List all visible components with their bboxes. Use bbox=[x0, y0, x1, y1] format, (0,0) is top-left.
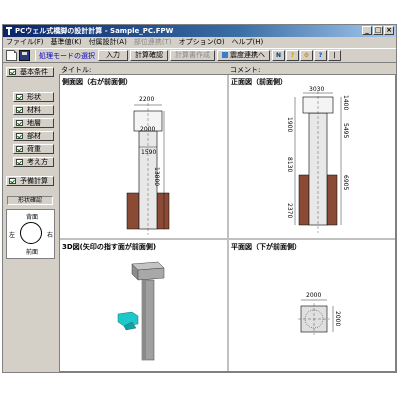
toolbar-separator bbox=[35, 50, 36, 61]
menu-file[interactable]: ファイル(F) bbox=[6, 37, 44, 47]
plan-depth: 2000 bbox=[334, 311, 341, 327]
check-icon bbox=[16, 120, 23, 126]
front-upper: 1900 bbox=[286, 117, 293, 133]
material-button[interactable]: 材料 bbox=[13, 105, 54, 115]
app-icon bbox=[5, 27, 13, 35]
approach-button[interactable]: 考え方 bbox=[13, 157, 54, 167]
ground-link-button[interactable]: 震度連携へ bbox=[217, 50, 270, 61]
window-title: PCウェル式橋脚の設計計算 - Sample_PC.FPW bbox=[15, 27, 174, 35]
front-cap-height: 1400 bbox=[342, 95, 349, 111]
menu-part-link[interactable]: 部位連携(T) bbox=[134, 37, 172, 47]
title-bar[interactable]: PCウェル式橋脚の設計計算 - Sample_PC.FPW _ □ × bbox=[3, 25, 396, 37]
input-button[interactable]: 入力 bbox=[98, 50, 128, 61]
front-view-drawing bbox=[294, 91, 342, 233]
basic-conditions-button[interactable]: 基本条件 bbox=[6, 67, 54, 77]
labels-row: タイトル: コメント: bbox=[59, 65, 396, 74]
side-total-height: 13800 bbox=[153, 167, 160, 187]
view3d-drawing bbox=[117, 261, 165, 361]
front-base: 2370 bbox=[286, 203, 293, 219]
unit-icon[interactable]: N bbox=[272, 50, 285, 61]
check-icon bbox=[16, 107, 23, 113]
approach-label: 考え方 bbox=[27, 158, 48, 166]
new-file-icon[interactable] bbox=[6, 50, 17, 61]
member-label: 部材 bbox=[27, 132, 41, 140]
left-panel: 基本条件 形状 材料 地層 部材 荷重 考え方 予備計算 形状確認 背面 左 右… bbox=[3, 65, 58, 372]
check-icon bbox=[9, 178, 16, 184]
front-col-height: 5495 bbox=[342, 123, 349, 139]
menu-help[interactable]: ヘルプ(H) bbox=[232, 37, 264, 47]
calc-report-button[interactable]: 計算書作成 bbox=[170, 50, 215, 61]
exit-icon[interactable]: | bbox=[328, 50, 341, 61]
shape-button[interactable]: 形状 bbox=[13, 92, 54, 102]
precalc-label: 予備計算 bbox=[20, 177, 48, 185]
view3d-pane[interactable]: 3D図(矢印の指す面が前面側) bbox=[60, 240, 227, 371]
minimize-button[interactable]: _ bbox=[362, 26, 372, 35]
front-top-width: 3030 bbox=[309, 86, 325, 93]
info-icon[interactable]: ? bbox=[314, 50, 327, 61]
menu-options[interactable]: オプション(O) bbox=[179, 37, 225, 47]
member-button[interactable]: 部材 bbox=[13, 131, 54, 141]
strata-button[interactable]: 地層 bbox=[13, 118, 54, 128]
load-label: 荷重 bbox=[27, 145, 41, 153]
shape-back-label: 背面 bbox=[26, 214, 39, 221]
front-view-pane[interactable]: 正面図（前面側） 3030 1400 1900 5495 8130 6905 2… bbox=[229, 75, 395, 238]
check-icon bbox=[16, 146, 23, 152]
side-top-width: 2200 bbox=[139, 96, 155, 103]
maximize-button[interactable]: □ bbox=[373, 26, 383, 35]
mode-select-label: 処理モードの選択 bbox=[39, 51, 95, 60]
precalc-button[interactable]: 予備計算 bbox=[6, 176, 54, 186]
check-icon bbox=[9, 69, 16, 75]
shape-left-label: 左 bbox=[9, 232, 16, 239]
shape-preview: 背面 左 右 前面 bbox=[6, 209, 55, 259]
drawing-area: 側面図（右が前面側） 2200 2000 1590 13800 正面図（前面側） bbox=[59, 74, 396, 372]
shape-right-label: 右 bbox=[47, 232, 54, 239]
front-lower: 6905 bbox=[342, 175, 349, 191]
material-label: 材料 bbox=[27, 106, 41, 114]
load-button[interactable]: 荷重 bbox=[13, 144, 54, 154]
ground-link-label: 震度連携へ bbox=[230, 51, 265, 59]
shape-confirm-label: 形状確認 bbox=[7, 196, 53, 205]
calc-confirm-button[interactable]: 計算確認 bbox=[130, 50, 168, 61]
save-icon[interactable] bbox=[19, 50, 30, 61]
side-view-pane[interactable]: 側面図（右が前面側） 2200 2000 1590 13800 bbox=[60, 75, 227, 238]
menu-standard[interactable]: 基準値(K) bbox=[51, 37, 82, 47]
strata-label: 地層 bbox=[27, 119, 41, 127]
menu-attached-design[interactable]: 付属設計(A) bbox=[89, 37, 127, 47]
tip-icon[interactable]: ? bbox=[286, 50, 299, 61]
shape-label: 形状 bbox=[27, 93, 41, 101]
plan-width: 2000 bbox=[306, 292, 322, 299]
side-cap-height: 2000 bbox=[140, 126, 156, 133]
plan-view-pane[interactable]: 平面図（下が前面側） 2000 2000 bbox=[229, 240, 395, 371]
check-icon bbox=[16, 94, 23, 100]
key-icon[interactable]: ⚙ bbox=[300, 50, 313, 61]
circle-section-icon bbox=[20, 222, 42, 244]
basic-conditions-label: 基本条件 bbox=[20, 68, 48, 76]
check-icon bbox=[16, 133, 23, 139]
toolbar: 処理モードの選択 入力 計算確認 計算書作成 震度連携へ N ? ⚙ ? | bbox=[3, 48, 396, 63]
plan-view-drawing bbox=[298, 299, 334, 335]
side-shaft-width: 1590 bbox=[141, 149, 157, 156]
front-mid: 8130 bbox=[286, 157, 293, 173]
menu-bar: ファイル(F) 基準値(K) 付属設計(A) 部位連携(T) オプション(O) … bbox=[3, 37, 396, 47]
link-icon bbox=[222, 52, 228, 58]
check-icon bbox=[16, 159, 23, 165]
shape-front-label: 前面 bbox=[26, 249, 39, 256]
close-button[interactable]: × bbox=[384, 26, 394, 35]
app-window: PCウェル式橋脚の設計計算 - Sample_PC.FPW _ □ × ファイル… bbox=[2, 24, 397, 373]
